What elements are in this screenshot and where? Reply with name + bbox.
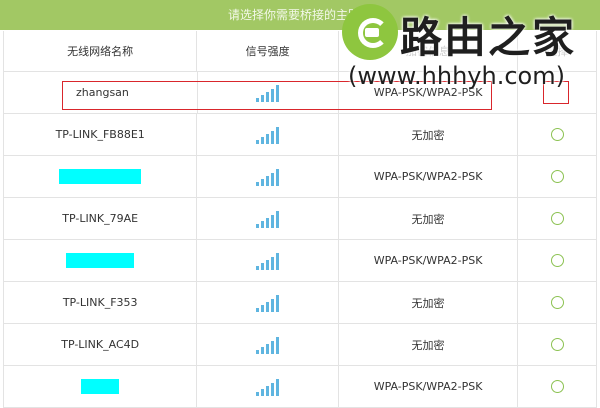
network-security: 无加密 xyxy=(339,114,519,155)
network-ssid-cell xyxy=(4,156,198,197)
network-ssid: zhangsan xyxy=(4,72,198,113)
network-select-radio[interactable] xyxy=(550,128,564,141)
network-security: 无加密 xyxy=(339,324,519,365)
signal-icon xyxy=(256,336,280,354)
network-ssid: TP-LINK_AC4D xyxy=(4,324,198,365)
select-cell xyxy=(518,282,596,323)
network-ssid: TP-LINK_FB88E1 xyxy=(4,114,198,155)
watermark: 路由之家 (www.hhhyh.com) xyxy=(340,2,598,104)
signal-icon xyxy=(256,168,280,186)
network-select-radio[interactable] xyxy=(550,254,564,267)
table-row[interactable]: WPA-PSK/WPA2-PSK xyxy=(4,240,596,282)
network-ssid-cell xyxy=(4,240,198,281)
signal-icon xyxy=(256,252,280,270)
network-select-radio[interactable] xyxy=(550,212,564,225)
select-cell xyxy=(518,324,596,365)
select-cell xyxy=(518,114,596,155)
signal-strength-cell xyxy=(197,198,339,239)
signal-icon xyxy=(256,210,280,228)
network-security: WPA-PSK/WPA2-PSK xyxy=(339,240,519,281)
signal-strength-cell xyxy=(198,72,339,113)
network-security: 无加密 xyxy=(339,282,519,323)
signal-strength-cell xyxy=(197,114,339,155)
network-select-radio[interactable] xyxy=(550,296,564,309)
network-ssid-cell xyxy=(4,366,198,407)
watermark-url: (www.hhhyh.com) xyxy=(348,62,565,90)
signal-strength-cell xyxy=(197,282,339,323)
network-select-radio[interactable] xyxy=(550,338,564,351)
select-cell xyxy=(518,198,596,239)
signal-icon xyxy=(256,378,280,396)
signal-strength-cell xyxy=(197,366,339,407)
signal-strength-cell xyxy=(197,240,339,281)
select-cell xyxy=(518,156,596,197)
network-ssid: TP-LINK_F353 xyxy=(4,282,198,323)
column-header-ssid: 无线网络名称 xyxy=(4,31,198,71)
table-row[interactable]: TP-LINK_79AE 无加密 xyxy=(4,198,596,240)
signal-icon xyxy=(256,84,280,102)
signal-icon xyxy=(256,126,280,144)
redacted-ssid xyxy=(59,169,142,184)
redacted-ssid xyxy=(81,379,120,394)
redacted-ssid xyxy=(66,253,135,268)
router-logo-icon xyxy=(342,4,398,60)
network-security: WPA-PSK/WPA2-PSK xyxy=(339,366,519,407)
network-ssid: TP-LINK_79AE xyxy=(4,198,198,239)
table-row[interactable]: TP-LINK_FB88E1 无加密 xyxy=(4,114,596,156)
signal-icon xyxy=(256,294,280,312)
column-header-signal: 信号强度 xyxy=(197,31,339,71)
table-row[interactable]: WPA-PSK/WPA2-PSK xyxy=(4,156,596,198)
network-select-radio[interactable] xyxy=(550,380,564,393)
table-row[interactable]: TP-LINK_F353 无加密 xyxy=(4,282,596,324)
select-cell xyxy=(518,366,596,407)
network-security: 无加密 xyxy=(339,198,519,239)
table-row[interactable]: WPA-PSK/WPA2-PSK xyxy=(4,366,596,408)
select-cell xyxy=(518,240,596,281)
table-row[interactable]: TP-LINK_AC4D 无加密 xyxy=(4,324,596,366)
signal-strength-cell xyxy=(197,156,339,197)
network-select-radio[interactable] xyxy=(550,170,564,183)
network-security: WPA-PSK/WPA2-PSK xyxy=(339,156,519,197)
watermark-brand: 路由之家 xyxy=(400,13,577,62)
signal-strength-cell xyxy=(197,324,339,365)
